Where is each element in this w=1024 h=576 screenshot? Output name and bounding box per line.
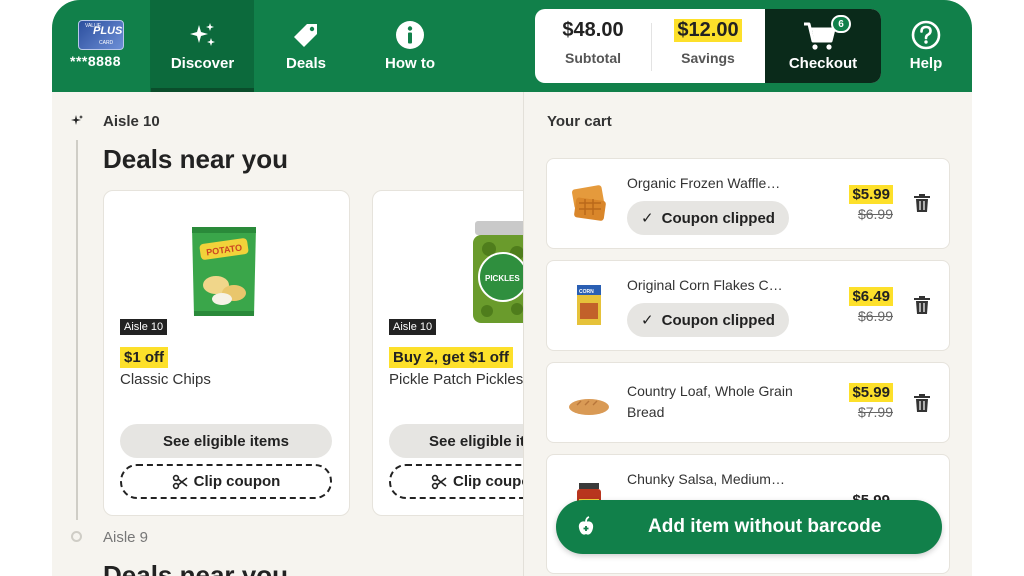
cereal-box-image: CORN: [577, 285, 601, 325]
add-item-label: Add item without barcode: [648, 516, 882, 537]
tab-how-to[interactable]: How to: [378, 0, 442, 92]
cart-item-name: Organic Frozen Waffle…: [627, 175, 781, 191]
check-icon: ✓: [641, 210, 654, 227]
chips-bag-image: POTATO: [192, 227, 256, 316]
bread-loaf-image: [569, 399, 609, 415]
savings: $12.00 Savings: [651, 9, 765, 83]
coupon-clipped-badge: ✓ Coupon clipped: [627, 201, 789, 235]
cart-item-original-price: $6.99: [857, 206, 893, 222]
cart-item-name: Original Corn Flakes C…: [627, 277, 783, 293]
tab-discover-label: Discover: [170, 55, 235, 72]
svg-text:PICKLES: PICKLES: [485, 274, 520, 283]
deal-product-name: Classic Chips: [120, 371, 211, 388]
checkout-button[interactable]: 6 Checkout: [765, 9, 881, 83]
savings-amount: $12.00: [674, 19, 742, 42]
add-item-without-barcode-button[interactable]: Add item without barcode: [556, 500, 942, 554]
offer-badge: Buy 2, get $1 off: [389, 347, 513, 368]
info-icon: [395, 20, 425, 50]
cart-item-name: Country Loaf, Whole Grain Bread: [627, 383, 793, 420]
cart-item-original-price: $6.99: [857, 308, 893, 324]
current-aisle-sparkle-icon: [71, 115, 83, 125]
tab-deals-label: Deals: [285, 55, 327, 72]
cart-title: Your cart: [547, 113, 612, 130]
cart-count-badge: 6: [831, 15, 851, 33]
clip-coupon-label: Clip coupon: [453, 473, 523, 490]
trash-icon[interactable]: [913, 193, 931, 213]
next-section-title: Deals near you: [103, 560, 288, 576]
clip-coupon-label: Clip coupon: [193, 473, 281, 490]
waffle-image: [571, 185, 606, 221]
cart-pane: Your cart Organic Frozen Waffle… ✓ Coupo…: [524, 92, 972, 576]
see-eligible-items-button[interactable]: See eligible items: [120, 424, 332, 458]
checkout-label: Checkout: [788, 55, 858, 72]
cart-item[interactable]: CORN Original Corn Flakes C… ✓ Coupon cl…: [546, 260, 950, 351]
clip-coupon-button[interactable]: Clip coupon: [120, 464, 332, 499]
cart-item-original-price: $7.99: [857, 404, 893, 420]
subtotal: $48.00 Subtotal: [535, 9, 651, 83]
coupon-clipped-badge: ✓ Coupon clipped: [627, 303, 789, 337]
clip-coupon-button[interactable]: Clip coupon: [389, 464, 523, 499]
subtotal-label: Subtotal: [565, 50, 621, 66]
help-label: Help: [909, 55, 943, 72]
svg-text:CORN: CORN: [579, 289, 594, 295]
top-bar: VALUE PLUS CARD ***8888 Discover Deals H…: [52, 0, 972, 92]
savings-label: Savings: [681, 50, 735, 66]
offer-badge: $1 off: [120, 347, 169, 368]
app-screen: VALUE PLUS CARD ***8888 Discover Deals H…: [52, 0, 972, 576]
discover-pane: Aisle 10 Deals near you POTATO Aisle 10 …: [52, 92, 523, 576]
section-title: Deals near you: [103, 144, 288, 174]
current-aisle-label: Aisle 10: [103, 113, 160, 130]
scissors-icon: [431, 474, 447, 489]
cart-icon: 6: [803, 15, 851, 51]
tab-discover[interactable]: Discover: [151, 0, 254, 92]
card-number: ***8888: [70, 53, 121, 69]
cart-item-name: Chunky Salsa, Medium…: [627, 471, 785, 487]
cart-item-price: $6.49: [849, 287, 893, 306]
aisle-timeline-dot: [71, 531, 82, 542]
see-eligible-items-button[interactable]: See eligible items: [389, 424, 523, 458]
tag-icon: [292, 20, 320, 50]
trash-icon[interactable]: [913, 295, 931, 315]
sparkle-icon: [188, 20, 218, 50]
cart-item[interactable]: Country Loaf, Whole Grain Bread $5.99 $7…: [546, 362, 950, 443]
pickle-jar-image: PICKLES: [473, 221, 523, 323]
tab-how-to-label: How to: [385, 55, 435, 72]
cart-item[interactable]: Organic Frozen Waffle… ✓ Coupon clipped …: [546, 158, 950, 249]
tab-deals[interactable]: Deals: [276, 0, 336, 92]
cart-item-price: $5.99: [849, 185, 893, 204]
cart-summary: $48.00 Subtotal $12.00 Savings 6 Checkou…: [535, 9, 881, 83]
loyalty-card-logo: VALUE PLUS CARD: [78, 20, 124, 50]
apple-icon: [578, 516, 594, 535]
next-aisle-label: Aisle 9: [103, 529, 149, 546]
aisle-tag: Aisle 10: [389, 319, 437, 335]
check-icon: ✓: [641, 312, 654, 329]
aisle-timeline: [76, 140, 78, 520]
trash-icon[interactable]: [913, 393, 931, 413]
subtotal-amount: $48.00: [562, 19, 624, 41]
deal-product-name: Pickle Patch Pickles: [389, 371, 523, 388]
help-button[interactable]: Help: [898, 0, 954, 92]
help-icon: [911, 20, 941, 50]
scissors-icon: [172, 474, 188, 489]
deal-card[interactable]: POTATO Aisle 10 $1 off Classic Chips See…: [103, 190, 350, 516]
cart-item-price: $5.99: [849, 383, 893, 402]
aisle-tag: Aisle 10: [120, 319, 168, 335]
deal-card[interactable]: PICKLES Aisle 10 Buy 2, get $1 off Pickl…: [372, 190, 523, 516]
